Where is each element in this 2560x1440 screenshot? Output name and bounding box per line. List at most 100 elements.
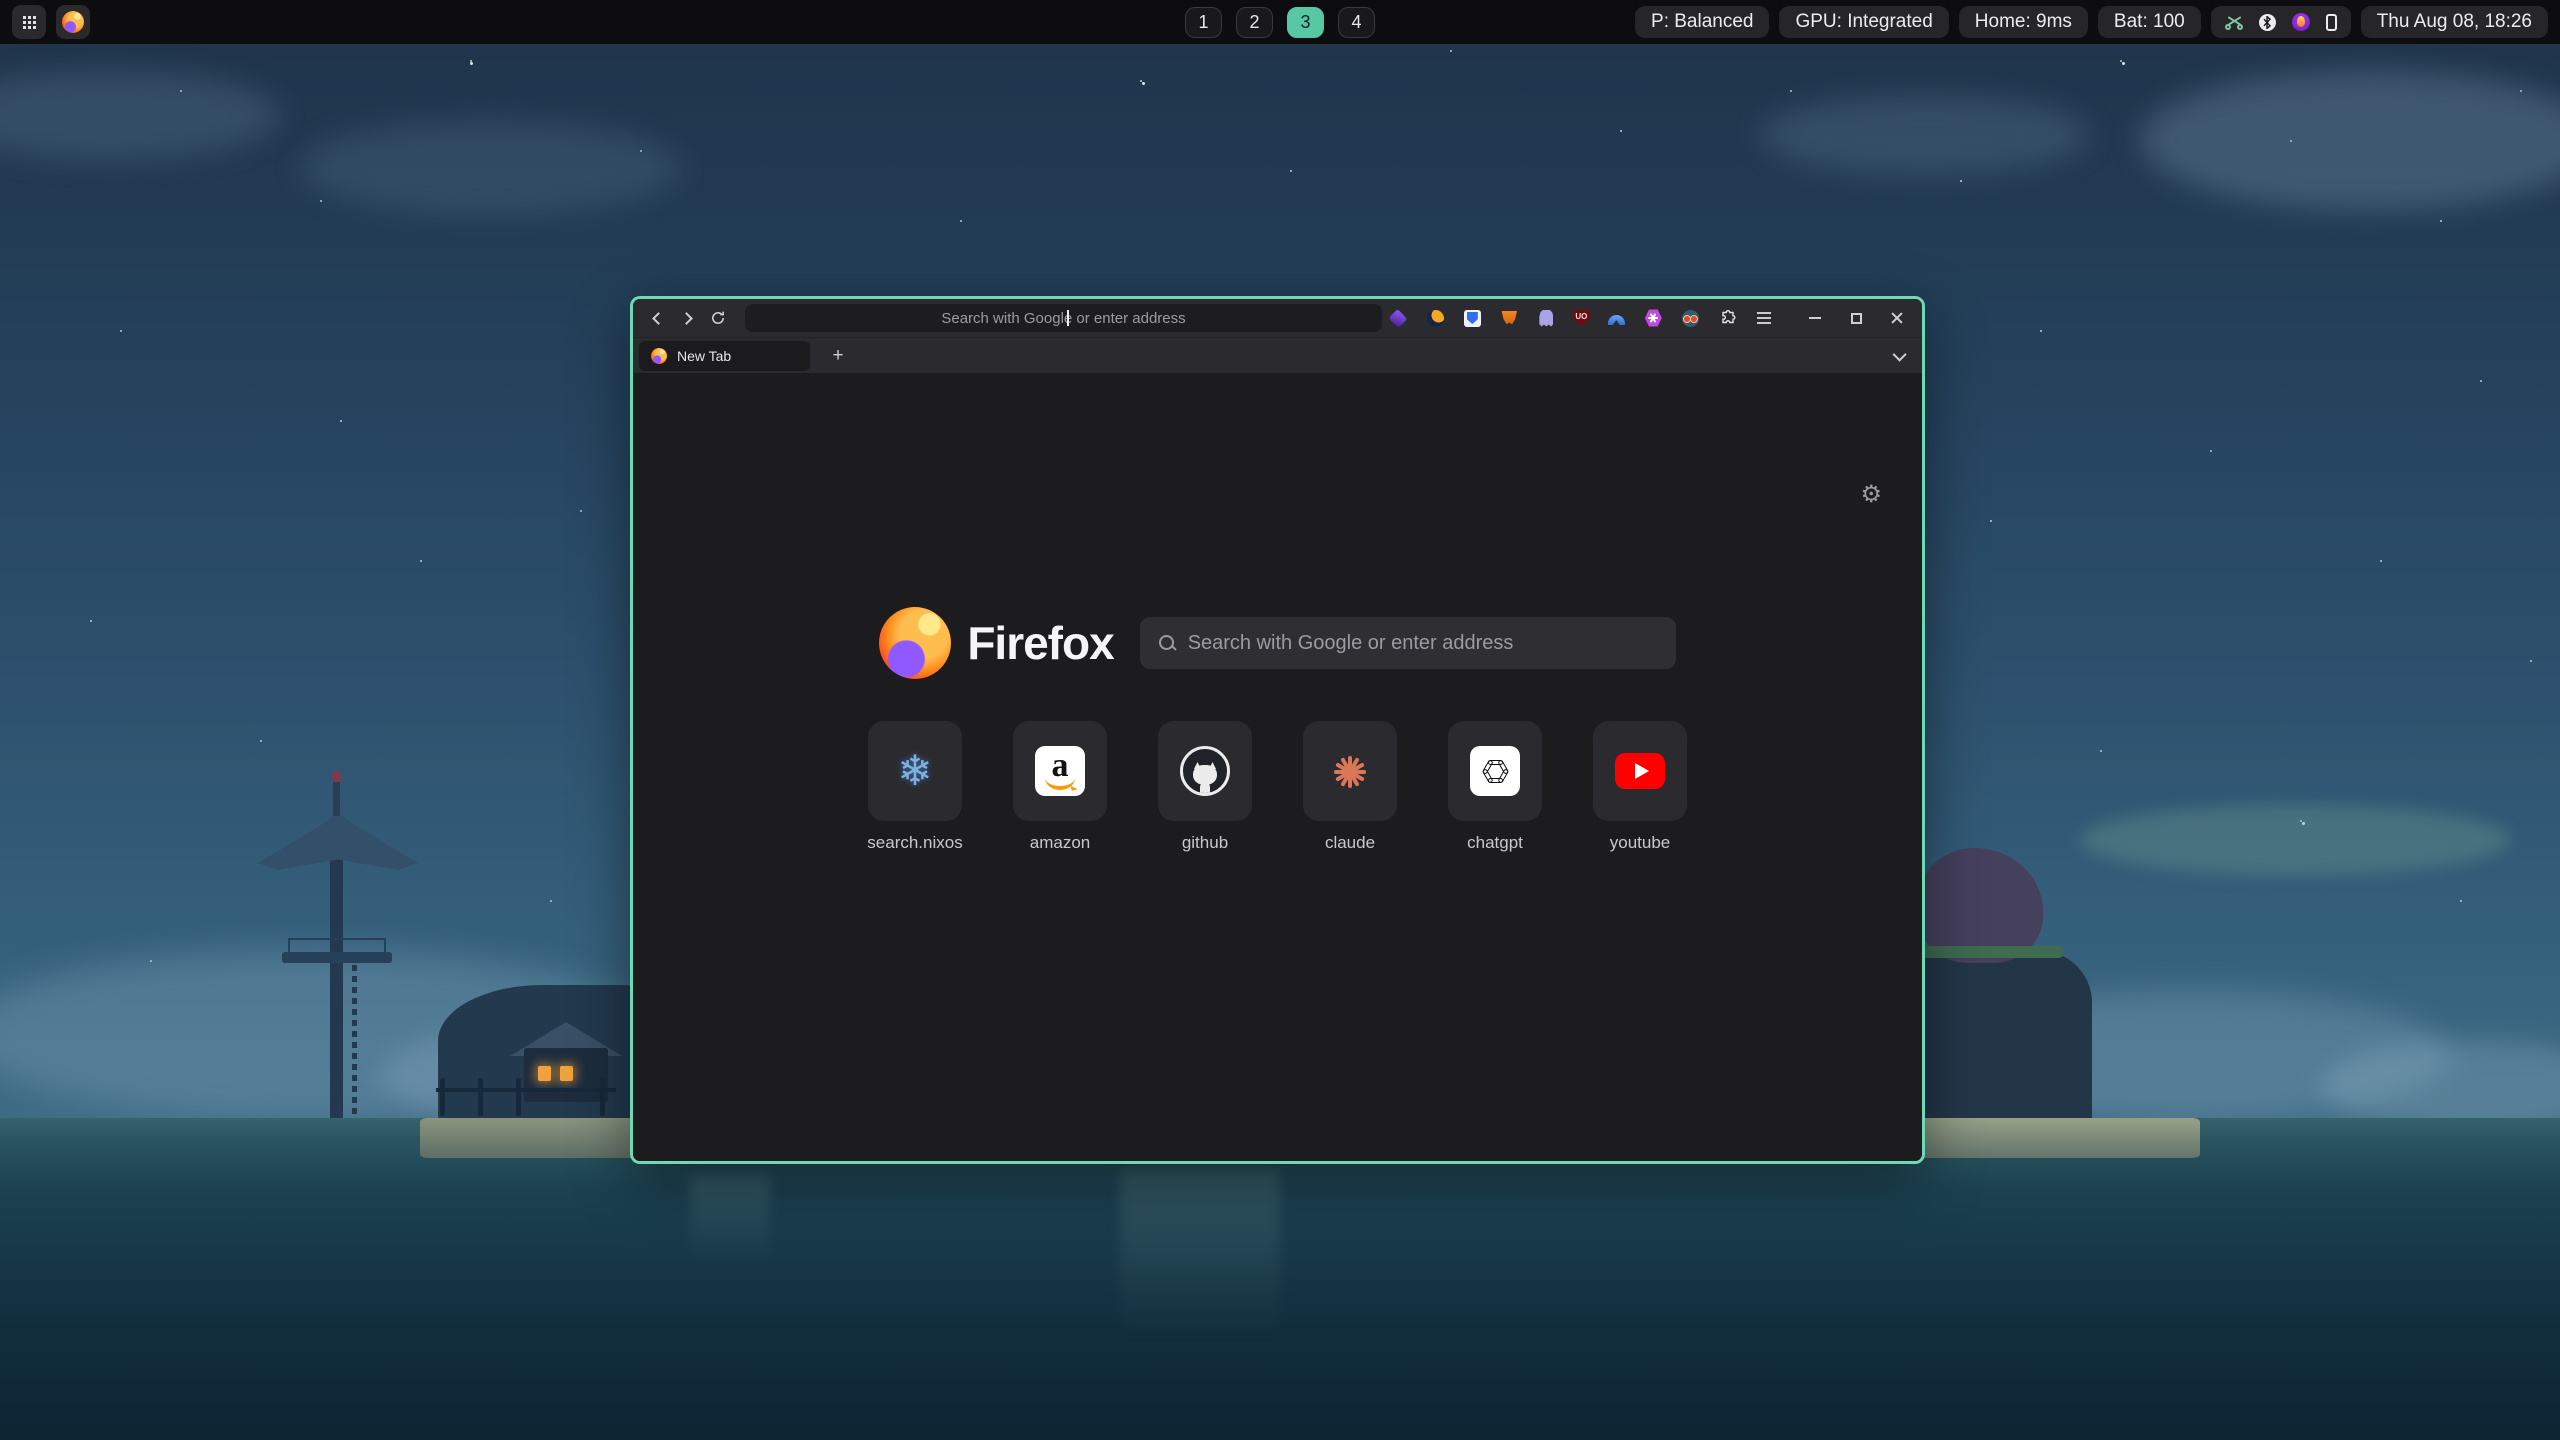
cloud [300, 120, 680, 215]
water-reflection [1120, 1170, 1280, 1340]
close-button[interactable] [1884, 305, 1910, 331]
workspace-button-1[interactable]: 1 [1185, 7, 1222, 38]
bitwarden-shield-icon[interactable] [1462, 308, 1482, 328]
newtab-settings-gear-icon[interactable]: ⚙ [1860, 483, 1882, 507]
amazon-smile-arrow [1045, 778, 1075, 790]
watchtower-pole [330, 858, 343, 1118]
goggles-face-icon[interactable] [1680, 308, 1700, 328]
shortcut-chatgpt[interactable]: chatgpt [1448, 721, 1542, 853]
dark-reader-icon[interactable] [1425, 308, 1445, 328]
tile-box [1448, 721, 1542, 821]
tile-box: a [1013, 721, 1107, 821]
tile-label: youtube [1610, 833, 1671, 853]
beach-fence-rail [436, 1088, 616, 1092]
scissors-icon[interactable] [2225, 14, 2243, 30]
forward-icon [680, 312, 693, 325]
claude-starburst-icon [1328, 749, 1372, 793]
app-grid-icon [23, 16, 26, 19]
firefox-favicon [651, 348, 667, 364]
minimize-button[interactable] [1802, 305, 1828, 331]
address-placeholder: Search with Google or enter address [941, 310, 1185, 327]
bluetooth-icon[interactable] [2259, 14, 2276, 31]
shortcut-amazon[interactable]: a amazon [1013, 721, 1107, 853]
shortcut-claude[interactable]: claude [1303, 721, 1397, 853]
tile-box [1303, 721, 1397, 821]
list-all-tabs-chevron[interactable] [1893, 347, 1907, 361]
watchtower-railing [288, 938, 386, 952]
flame-icon[interactable] [2292, 13, 2310, 31]
new-tab-button[interactable]: + [824, 342, 852, 370]
search-icon [1158, 634, 1176, 652]
statusbar-left [12, 5, 90, 39]
shortcut-search-nixos[interactable]: ❄ search.nixos [868, 721, 962, 853]
menu-hamburger-icon[interactable] [1754, 308, 1774, 328]
tile-box [1593, 721, 1687, 821]
close-icon [1890, 311, 1904, 325]
battery-indicator: Bat: 100 [2098, 6, 2201, 38]
hex-asterisk-icon[interactable] [1643, 308, 1663, 328]
system-tray [2211, 6, 2351, 38]
maximize-icon [1851, 313, 1862, 324]
beach-sand [420, 1118, 660, 1158]
hut-window-glow [538, 1066, 551, 1081]
extension-toolbar: UO [1388, 308, 1774, 328]
firefox-brand: Firefox [879, 607, 1113, 679]
shortcut-youtube[interactable]: youtube [1593, 721, 1687, 853]
address-bar[interactable]: Search with Google or enter address [745, 304, 1383, 332]
workspace-button-4[interactable]: 4 [1338, 7, 1375, 38]
workspace-button-3-active[interactable]: 3 [1287, 7, 1324, 38]
workspace-button-2[interactable]: 2 [1236, 7, 1273, 38]
newtab-hero: Firefox Search with Google or enter addr… [633, 607, 1922, 679]
ublock-origin-icon[interactable]: UO [1573, 310, 1589, 327]
hut-window-glow [560, 1066, 573, 1081]
gpu-indicator: GPU: Integrated [1779, 6, 1948, 38]
water-reflection [690, 1175, 770, 1265]
shortcut-github[interactable]: github [1158, 721, 1252, 853]
tab-new-tab[interactable]: New Tab [639, 341, 810, 371]
extensions-puzzle-icon[interactable] [1717, 308, 1737, 328]
watchtower-ladder [352, 965, 357, 1118]
vpn-arc-icon[interactable] [1606, 308, 1626, 328]
cloud [0, 70, 280, 160]
beach-sand [1900, 1118, 2200, 1158]
firefox-window: Search with Google or enter address UO [630, 296, 1925, 1164]
ocean [0, 1118, 2560, 1440]
tile-label: github [1182, 833, 1228, 853]
beach-fence-post [440, 1078, 445, 1116]
tile-box: ❄ [868, 721, 962, 821]
forward-button[interactable] [676, 305, 701, 331]
phone-icon[interactable] [2326, 14, 2337, 31]
tile-label: search.nixos [867, 833, 962, 853]
cloud [2140, 70, 2560, 210]
youtube-play-icon [1615, 753, 1665, 789]
tile-label: chatgpt [1467, 833, 1523, 853]
power-profile-indicator: P: Balanced [1635, 6, 1769, 38]
cloud [2080, 805, 2510, 875]
obsidian-diamond-icon[interactable] [1388, 308, 1408, 328]
maximize-button[interactable] [1843, 305, 1869, 331]
new-tab-page: ⚙ Firefox Search with Google or enter ad… [633, 373, 1922, 1164]
firefox-launcher-button[interactable] [56, 5, 90, 39]
flame-glyph [2297, 16, 2305, 27]
browser-toolbar: Search with Google or enter address UO [633, 299, 1922, 337]
back-button[interactable] [645, 305, 670, 331]
openai-knot-icon [1470, 746, 1520, 796]
newtab-search-input[interactable]: Search with Google or enter address [1140, 617, 1676, 669]
tile-label: amazon [1030, 833, 1090, 853]
ublock-label: UO [1575, 312, 1587, 321]
beach-fence-post [478, 1078, 483, 1116]
window-controls [1802, 305, 1910, 331]
metamask-fox-icon[interactable] [1499, 308, 1519, 328]
amazon-letter: a [1052, 752, 1069, 779]
text-cursor [1067, 310, 1069, 326]
shortcut-tiles: ❄ search.nixos a amazon [633, 721, 1922, 853]
network-latency-indicator: Home: 9ms [1959, 6, 2088, 38]
beach-fence-post [516, 1078, 521, 1116]
reload-button[interactable] [706, 305, 731, 331]
right-cliff-grass [1914, 946, 2064, 958]
firefox-logo [879, 607, 951, 679]
watchtower-finial [332, 770, 341, 782]
watchtower-platform [282, 952, 392, 963]
ghostery-ghost-icon[interactable] [1536, 308, 1556, 328]
app-launcher-button[interactable] [12, 5, 46, 39]
